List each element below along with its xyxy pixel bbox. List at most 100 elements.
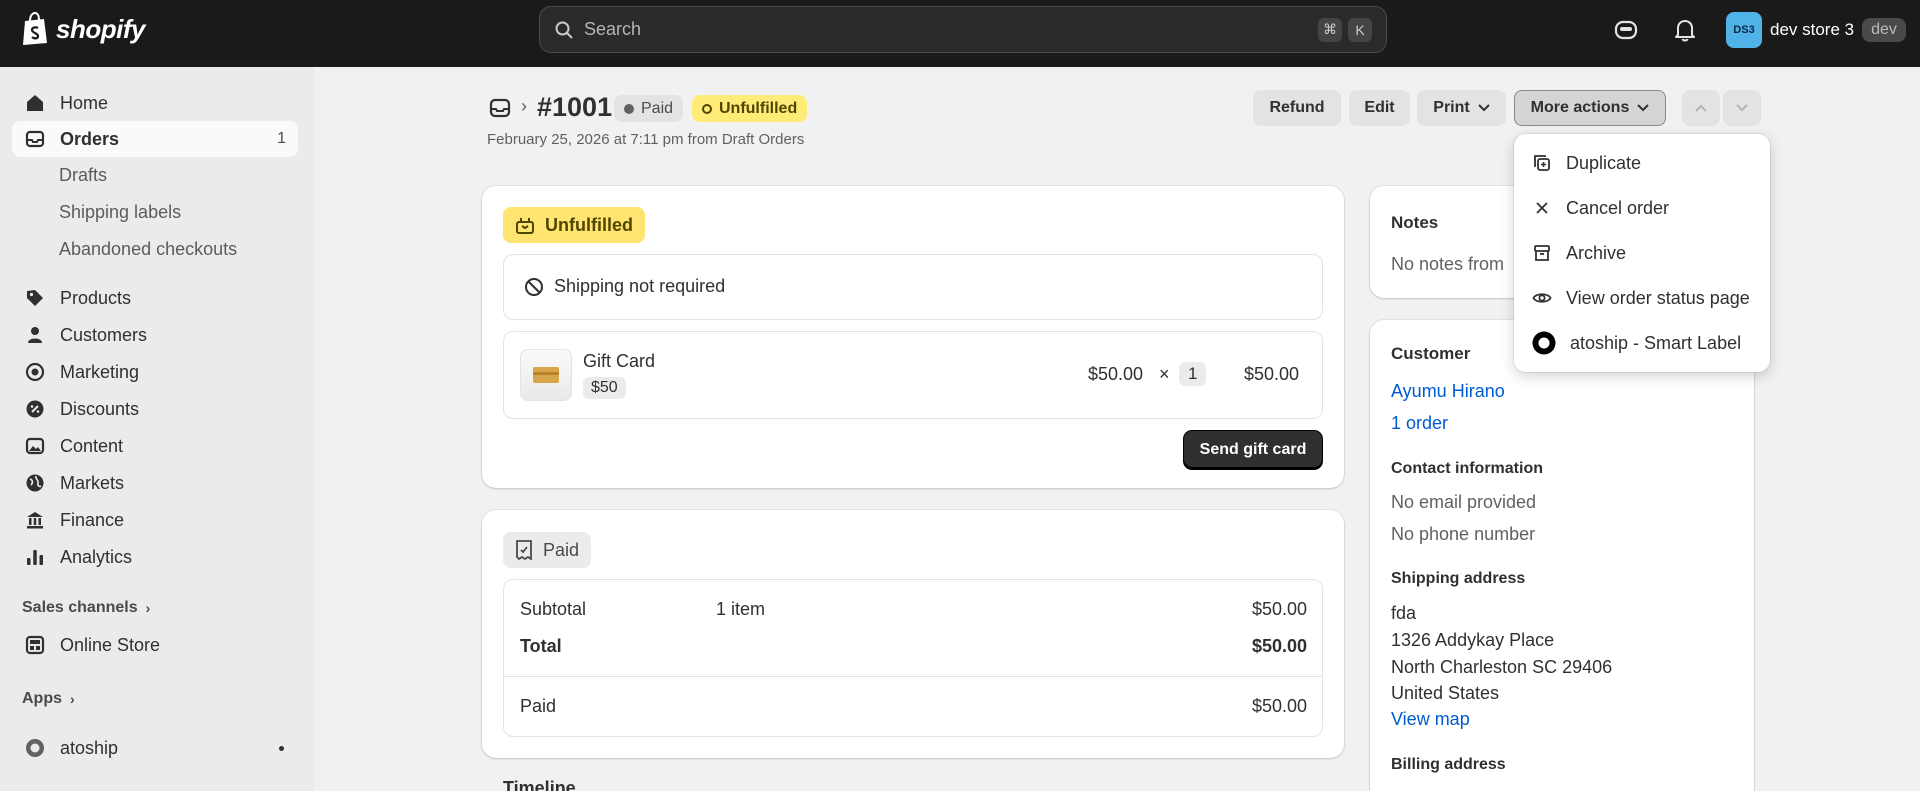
sidebar-item-atoship[interactable]: atoship (12, 730, 298, 766)
tag-icon (27, 290, 43, 306)
archive-icon (1534, 245, 1550, 261)
times-sign: × (1159, 364, 1170, 384)
send-gift-card-button[interactable]: Send gift card (1184, 431, 1322, 469)
sidebar-item-abandoned-checkouts[interactable]: Abandoned checkouts (59, 239, 237, 260)
sidebar-item-drafts[interactable]: Drafts (59, 165, 107, 186)
sidebar-item-marketing[interactable]: Marketing (12, 354, 298, 390)
shopify-logo[interactable]: shopify (20, 12, 145, 46)
chevron-right-icon: › (70, 691, 75, 707)
sidebar-item-orders[interactable]: Orders 1 (12, 121, 298, 157)
sidebar-item-markets[interactable]: Markets (12, 465, 298, 501)
brand-name: shopify (56, 13, 145, 44)
sidebar-item-label: Finance (60, 509, 125, 530)
order-subtitle: February 25, 2026 at 7:11 pm from Draft … (487, 131, 805, 148)
person-icon (28, 327, 42, 343)
fulfillment-card: Unfulfilled Shipping not required Gift C… (482, 186, 1344, 488)
previous-order-button[interactable] (1682, 90, 1720, 126)
orders-count: 1 (277, 130, 286, 147)
sidebar-item-customers[interactable]: Customers (12, 317, 298, 353)
menu-item-cancel-order[interactable]: Cancel order (1532, 193, 1669, 223)
more-actions-label: More actions (1530, 99, 1630, 116)
shipping-status-text: Shipping not required (554, 276, 726, 296)
breadcrumb-chevron-icon: › (521, 96, 527, 116)
sidebar-item-label: Products (60, 287, 132, 308)
home-icon (27, 95, 43, 111)
apps-heading[interactable]: Apps › (22, 690, 75, 708)
send-gift-card-label: Send gift card (1199, 441, 1307, 458)
orders-inbox-icon[interactable] (488, 96, 512, 120)
unfulfilled-label: Unfulfilled (545, 214, 633, 235)
eye-icon (1532, 293, 1552, 303)
image-icon (25, 437, 45, 455)
sidebar-item-discounts[interactable]: Discounts (12, 391, 298, 427)
refund-label: Refund (1269, 99, 1325, 116)
product-thumbnail[interactable] (520, 349, 572, 401)
no-phone-text: No phone number (1391, 524, 1536, 544)
bar-chart-icon (27, 550, 43, 565)
summary-divider (504, 676, 1322, 677)
shopify-bag-icon (23, 12, 47, 45)
more-actions-menu: Duplicate Cancel order Archive View orde… (1514, 134, 1770, 372)
more-actions-button[interactable]: More actions (1514, 90, 1666, 126)
status-ring-icon (702, 103, 712, 114)
duplicate-icon (1534, 155, 1550, 171)
notes-text: No notes from (1391, 254, 1505, 274)
close-icon (1536, 202, 1548, 214)
menu-item-atoship-smart-label[interactable]: atoship - Smart Label (1532, 328, 1741, 358)
paid-row-value: $50.00 (1251, 696, 1307, 716)
status-dot-icon (624, 103, 634, 114)
menu-item-archive[interactable]: Archive (1532, 238, 1626, 268)
inbox-icon (25, 130, 45, 148)
billing-address-title: Billing address (1391, 756, 1506, 773)
item-variant: $50 (583, 377, 626, 399)
sidebar-item-analytics[interactable]: Analytics (12, 539, 298, 575)
sidebar-item-label: atoship (60, 737, 119, 758)
item-name[interactable]: Gift Card (583, 351, 655, 372)
payment-status-label: Paid (641, 99, 674, 117)
unfulfilled-box-icon (516, 218, 534, 234)
menu-item-label: View order status page (1566, 287, 1750, 308)
contact-info-title: Contact information (1391, 460, 1543, 477)
shipping-box: Shipping not required (503, 254, 1323, 320)
prohibited-icon (525, 278, 543, 296)
shortcut-cmd-key: ⌘ (1318, 17, 1342, 42)
sidekick-icon[interactable] (1613, 17, 1639, 43)
unfulfilled-pill: Unfulfilled (503, 207, 645, 243)
no-email-text: No email provided (1391, 492, 1537, 512)
customer-name-link[interactable]: Ayumu Hirano (1391, 381, 1505, 402)
storefront-icon (25, 635, 45, 655)
sidebar-item-online-store[interactable]: Online Store (12, 627, 298, 663)
menu-item-label: Duplicate (1566, 152, 1642, 173)
view-map-link[interactable]: View map (1391, 709, 1470, 730)
search-bar[interactable]: Search ⌘ K (539, 6, 1387, 53)
line-total: $50.00 (1244, 364, 1300, 384)
chevron-down-icon (1736, 104, 1748, 112)
sidebar-item-shipping-labels[interactable]: Shipping labels (59, 202, 181, 223)
edit-label: Edit (1364, 99, 1395, 116)
sidebar-item-label: Online Store (60, 634, 161, 655)
store-tag: dev (1862, 18, 1906, 42)
paid-pill: Paid (503, 532, 592, 568)
address-line2: North Charleston SC 29406 (1391, 657, 1613, 677)
sidebar-item-finance[interactable]: Finance (12, 502, 298, 538)
total-label: Total (520, 636, 562, 656)
sidebar-item-products[interactable]: Products (12, 280, 298, 316)
bell-icon[interactable] (1672, 17, 1698, 43)
sidebar-item-content[interactable]: Content (12, 428, 298, 464)
discount-icon (26, 400, 44, 418)
refund-button[interactable]: Refund (1253, 90, 1341, 126)
customer-orders-link[interactable]: 1 order (1391, 413, 1448, 434)
print-button[interactable]: Print (1417, 90, 1506, 126)
apps-label: Apps (22, 690, 62, 707)
store-switcher[interactable]: DS3 dev store 3 dev (1726, 12, 1906, 48)
menu-item-label: atoship - Smart Label (1570, 332, 1742, 353)
paid-label: Paid (543, 539, 580, 560)
menu-item-duplicate[interactable]: Duplicate (1532, 148, 1641, 178)
sidebar-item-label: Markets (60, 472, 125, 493)
address-line1: 1326 Addykay Place (1391, 630, 1555, 650)
sidebar-item-home[interactable]: Home (12, 85, 298, 121)
next-order-button[interactable] (1723, 90, 1761, 126)
sales-channels-heading[interactable]: Sales channels › (22, 599, 150, 617)
edit-button[interactable]: Edit (1349, 90, 1410, 126)
menu-item-view-order-status[interactable]: View order status page (1532, 283, 1750, 313)
